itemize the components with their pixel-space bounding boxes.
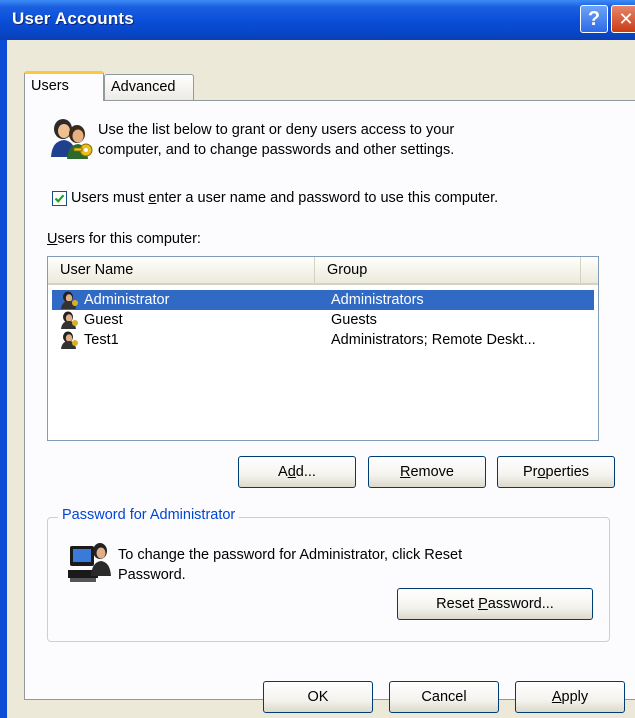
close-icon: ✕ <box>618 9 634 29</box>
user-name-cell: Administrator <box>84 292 170 308</box>
reset-label-part1: Reset <box>436 596 479 612</box>
require-login-checkbox[interactable] <box>52 191 67 206</box>
add-label-mnemonic: d <box>287 464 296 480</box>
help-icon: ? <box>587 8 601 30</box>
column-header-user-name[interactable]: User Name <box>48 257 315 283</box>
reset-label-part2: assword... <box>487 596 554 612</box>
tab-users-label: Users <box>31 78 69 94</box>
listview-header: User Name Group <box>48 257 598 285</box>
properties-label-part1: Pr <box>522 464 538 480</box>
cancel-label: Cancel <box>421 689 467 705</box>
title-bar[interactable]: User Accounts ? ✕ <box>0 0 635 40</box>
password-help-text: To change the password for Administrator… <box>118 545 578 585</box>
column-user-name-label: User Name <box>60 262 134 278</box>
window-frame <box>0 40 7 718</box>
reset-password-button[interactable]: Reset Password... <box>397 588 593 620</box>
apply-button[interactable]: Apply <box>515 681 625 713</box>
password-groupbox-legend: Password for Administrator <box>58 507 240 523</box>
remove-label-part2: emove <box>410 464 454 480</box>
user-row-administrator[interactable]: Administrator Administrators <box>52 290 594 310</box>
help-button[interactable]: ? <box>580 5 608 33</box>
tab-advanced[interactable]: Advanced <box>104 74 194 100</box>
properties-label-mnemonic: o <box>537 464 546 480</box>
column-header-group[interactable]: Group <box>315 257 581 283</box>
user-group-cell: Administrators; Remote Deskt... <box>331 332 536 348</box>
user-icon <box>61 311 78 329</box>
cancel-button[interactable]: Cancel <box>389 681 499 713</box>
close-button[interactable]: ✕ <box>611 5 635 33</box>
require-login-label-part2: nter a user name and password to use thi… <box>156 190 499 206</box>
ok-button[interactable]: OK <box>263 681 373 713</box>
user-accounts-window: User Accounts ? ✕ Users Advanced Use the… <box>0 0 635 718</box>
reset-label-mnemonic: P <box>478 596 488 612</box>
apply-label-part2: pply <box>561 689 589 705</box>
remove-user-button[interactable]: Remove <box>368 456 486 488</box>
properties-label-part2: perties <box>545 464 590 480</box>
users-listview[interactable]: User Name Group Administrator Administra… <box>47 256 599 441</box>
computer-user-icon <box>68 543 111 582</box>
column-group-label: Group <box>327 262 368 278</box>
properties-button[interactable]: Properties <box>497 456 615 488</box>
password-help-line-2: Password. <box>118 567 186 583</box>
user-group-cell: Administrators <box>331 292 424 308</box>
user-group-cell: Guests <box>331 312 377 328</box>
add-user-button[interactable]: Add... <box>238 456 356 488</box>
user-icon <box>61 291 78 309</box>
users-list-label-mnemonic: U <box>47 231 58 247</box>
intro-line-1: Use the list below to grant or deny user… <box>98 122 455 138</box>
tab-advanced-label: Advanced <box>111 79 176 95</box>
user-row-test1[interactable]: Test1 Administrators; Remote Deskt... <box>52 330 594 350</box>
require-login-label-part1: Users must <box>71 190 149 206</box>
users-key-icon <box>51 119 93 159</box>
tab-users[interactable]: Users <box>24 71 104 101</box>
user-row-guest[interactable]: Guest Guests <box>52 310 594 330</box>
window-title: User Accounts <box>12 9 134 28</box>
user-name-cell: Guest <box>84 312 123 328</box>
remove-label-mnemonic: R <box>399 464 411 480</box>
ok-label: OK <box>307 689 329 705</box>
intro-text: Use the list below to grant or deny user… <box>98 120 568 160</box>
user-name-cell: Test1 <box>84 332 119 348</box>
apply-label-mnemonic: A <box>551 689 562 705</box>
checkmark-icon <box>54 194 65 203</box>
user-icon <box>61 331 78 349</box>
add-label-part2: d... <box>295 464 316 480</box>
users-list-label-rest: sers for this computer: <box>57 231 201 247</box>
require-login-label[interactable]: Users must enter a user name and passwor… <box>71 190 498 206</box>
password-help-line-1: To change the password for Administrator… <box>118 547 463 563</box>
intro-line-2: computer, and to change passwords and ot… <box>98 142 455 158</box>
add-label-part1: A <box>278 464 288 480</box>
users-list-label: Users for this computer: <box>47 231 201 247</box>
